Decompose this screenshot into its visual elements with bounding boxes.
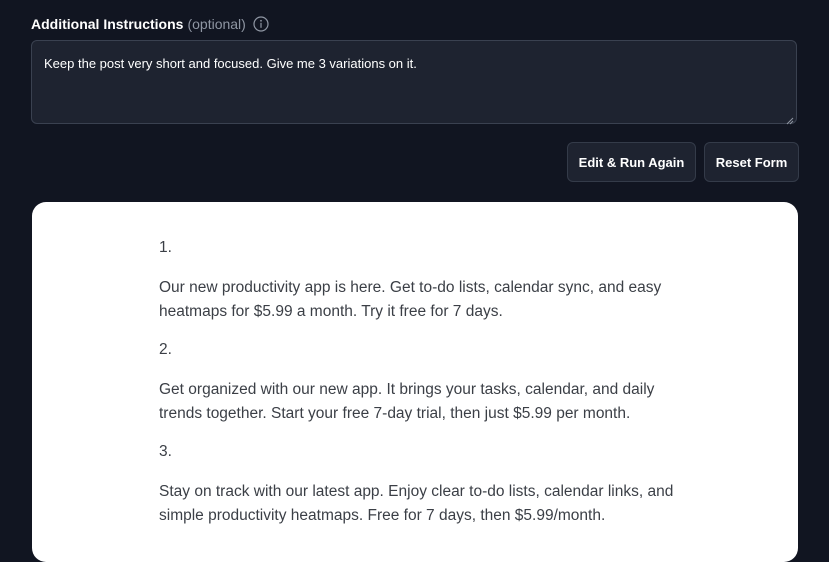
variation-text: Our new productivity app is here. Get to…: [159, 279, 662, 320]
edit-run-again-button[interactable]: Edit & Run Again: [567, 142, 696, 182]
instructions-label: Additional Instructions: [31, 16, 184, 32]
variation-text: Get organized with our new app. It bring…: [159, 381, 655, 422]
instructions-label-row: Additional Instructions (optional): [31, 14, 269, 34]
variation-text: Stay on track with our latest app. Enjoy…: [159, 483, 674, 524]
variation-number: 2.: [159, 341, 172, 358]
reset-form-button[interactable]: Reset Form: [704, 142, 799, 182]
instructions-textarea[interactable]: Keep the post very short and focused. Gi…: [31, 40, 797, 125]
result-list: 1. Our new productivity app is here. Get…: [159, 236, 689, 542]
result-card: 1. Our new productivity app is here. Get…: [32, 202, 798, 562]
info-circle-icon[interactable]: [253, 16, 269, 32]
instructions-text: Keep the post very short and focused. Gi…: [44, 56, 417, 71]
optional-label: (optional): [187, 16, 246, 32]
resize-grip-icon[interactable]: [786, 113, 794, 125]
variation-number: 1.: [159, 239, 172, 256]
variation-number: 3.: [159, 443, 172, 460]
